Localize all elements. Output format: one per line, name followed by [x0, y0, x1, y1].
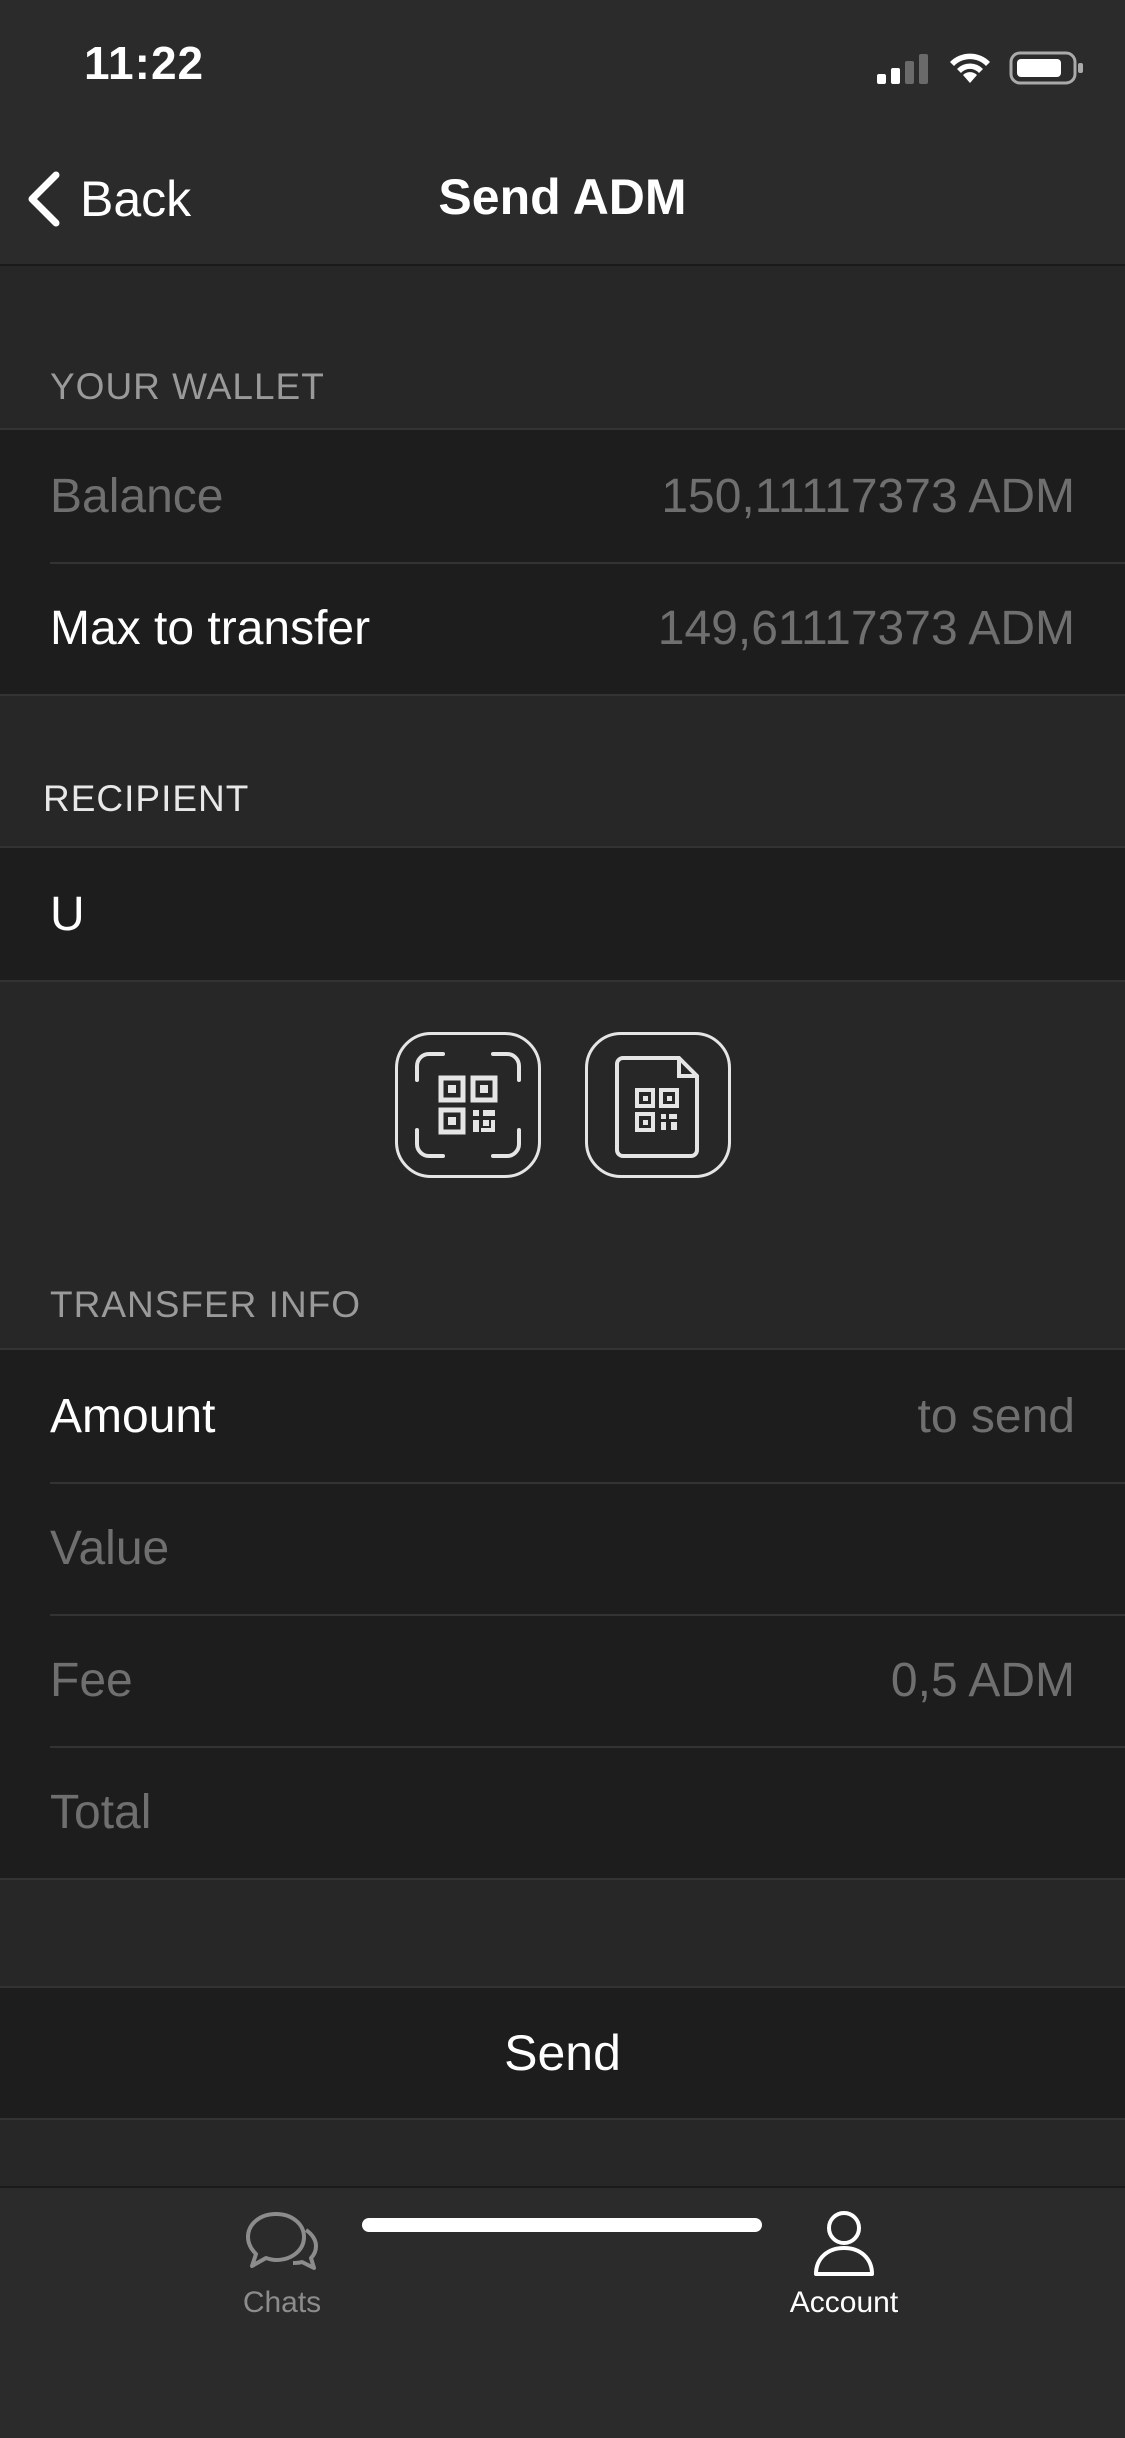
account-icon	[814, 2211, 874, 2276]
recipient-input[interactable]: U	[0, 848, 1125, 980]
max-transfer-row[interactable]: Max to transfer 149,61117373 ADM	[0, 562, 1125, 694]
transfer-section-header: TRANSFER INFO	[50, 1284, 362, 1325]
recipient-section-header: RECIPIENT	[43, 778, 250, 819]
max-transfer-label: Max to transfer	[50, 601, 371, 655]
qr-file-icon	[614, 1056, 699, 1158]
tab-account-label: Account	[789, 2286, 899, 2319]
value-row: Value	[0, 1482, 1125, 1614]
recipient-value: U	[50, 887, 85, 941]
balance-value: 150,11117373 ADM	[661, 469, 1075, 523]
amount-placeholder: to send	[917, 1389, 1075, 1443]
fee-value: 0,5 ADM	[890, 1653, 1075, 1707]
wallet-group: Balance 150,11117373 ADM Max to transfer…	[0, 428, 1125, 696]
navigation-bar: Back Send ADM	[0, 132, 1125, 266]
total-row: Total	[0, 1746, 1125, 1878]
home-indicator	[362, 2218, 762, 2232]
max-transfer-value: 149,61117373 ADM	[657, 601, 1075, 655]
wallet-section-header: YOUR WALLET	[50, 366, 325, 407]
total-label: Total	[50, 1785, 152, 1839]
page-title: Send ADM	[438, 169, 687, 225]
tab-chats-label: Chats	[242, 2286, 322, 2319]
value-label: Value	[50, 1521, 170, 1575]
battery-icon	[1009, 51, 1083, 85]
amount-input[interactable]: Amount to send	[0, 1350, 1125, 1482]
transfer-group: Amount to send Value Fee 0,5 ADM Total	[0, 1348, 1125, 1880]
send-button[interactable]: Send	[0, 1986, 1125, 2120]
balance-row: Balance 150,11117373 ADM	[0, 430, 1125, 562]
balance-label: Balance	[50, 469, 224, 523]
load-qr-file-button[interactable]	[584, 1032, 731, 1178]
status-time: 11:22	[84, 37, 205, 89]
qr-buttons	[0, 1032, 1125, 1178]
recipient-group: U	[0, 846, 1125, 982]
wifi-icon	[950, 53, 990, 83]
status-icons	[877, 50, 1085, 86]
fee-label: Fee	[50, 1653, 133, 1707]
qr-scan-icon	[414, 1052, 521, 1158]
cellular-signal-icon	[877, 54, 928, 84]
scan-qr-button[interactable]	[394, 1032, 541, 1178]
send-label: Send	[504, 2025, 621, 2081]
status-bar: 11:22	[0, 0, 1125, 132]
fee-row: Fee 0,5 ADM	[0, 1614, 1125, 1746]
amount-label: Amount	[50, 1389, 216, 1443]
chats-icon	[246, 2212, 318, 2270]
